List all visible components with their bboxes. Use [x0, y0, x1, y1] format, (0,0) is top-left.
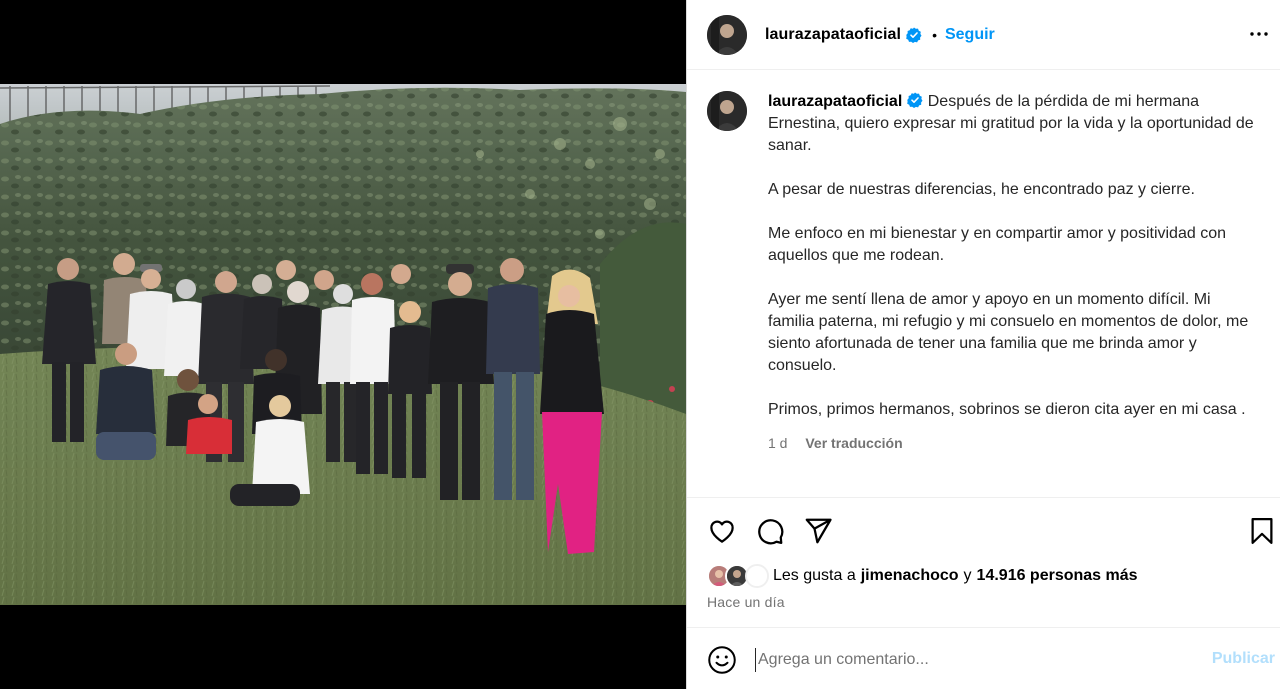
- caption-text: laurazapataoficial Después de la pérdida…: [768, 91, 1258, 443]
- publish-button[interactable]: Publicar: [1212, 650, 1275, 668]
- bookmark-icon[interactable]: [1247, 516, 1277, 546]
- liker-username[interactable]: jimenachoco: [861, 567, 959, 585]
- send-icon[interactable]: [803, 516, 833, 546]
- post-media: [0, 0, 686, 689]
- likes-prefix: Les gusta a: [773, 567, 856, 584]
- caption-row: laurazapataoficial Después de la pérdida…: [707, 91, 1265, 443]
- instagram-post: laurazapataoficial • Seguir laurazapatao…: [0, 0, 1280, 689]
- comment-icon[interactable]: [755, 516, 785, 546]
- liker-avatar: [745, 564, 769, 588]
- see-translation-button[interactable]: Ver traducción: [805, 435, 902, 451]
- likes-summary: Les gusta a jimenachoco y 14.916 persona…: [707, 564, 1138, 588]
- author-avatar[interactable]: [707, 14, 747, 55]
- caption-paragraph: A pesar de nuestras diferencias, he enco…: [768, 181, 1195, 198]
- caption-paragraph: Me enfoco en mi bienestar y en compartir…: [768, 225, 1226, 264]
- post-header: laurazapataoficial • Seguir: [687, 0, 1280, 70]
- post-photo[interactable]: [0, 84, 686, 605]
- caption-author-avatar[interactable]: [707, 91, 747, 131]
- follow-button[interactable]: Seguir: [945, 26, 995, 44]
- caption-time[interactable]: 1 d: [768, 435, 787, 451]
- caption-paragraph: Primos, primos hermanos, sobrinos se die…: [768, 401, 1246, 418]
- post-side-panel: laurazapataoficial • Seguir laurazapatao…: [686, 0, 1280, 689]
- caption-paragraph: Ayer me sentí llena de amor y apoyo en u…: [768, 291, 1249, 374]
- verified-badge-icon: [907, 92, 923, 108]
- likes-conjunction: y: [963, 567, 972, 584]
- comment-bar: Publicar: [687, 627, 1280, 689]
- heart-icon[interactable]: [707, 516, 737, 546]
- likes-count-button[interactable]: 14.916 personas más: [977, 567, 1138, 585]
- caption-area: laurazapataoficial Después de la pérdida…: [687, 71, 1280, 498]
- more-horizontal-icon[interactable]: [1247, 22, 1271, 46]
- comment-input[interactable]: [755, 648, 1195, 672]
- caption-paragraph: laurazapataoficial Después de la pérdida…: [768, 91, 1258, 157]
- author-username[interactable]: laurazapataoficial: [765, 26, 901, 44]
- emoji-icon[interactable]: [707, 645, 737, 675]
- verified-badge-icon: [906, 27, 922, 43]
- separator-dot: •: [932, 26, 937, 43]
- liker-avatars[interactable]: [707, 564, 769, 588]
- action-bar: [687, 512, 1280, 548]
- post-timestamp[interactable]: Hace un día: [707, 594, 785, 610]
- caption-username[interactable]: laurazapataoficial: [768, 93, 902, 110]
